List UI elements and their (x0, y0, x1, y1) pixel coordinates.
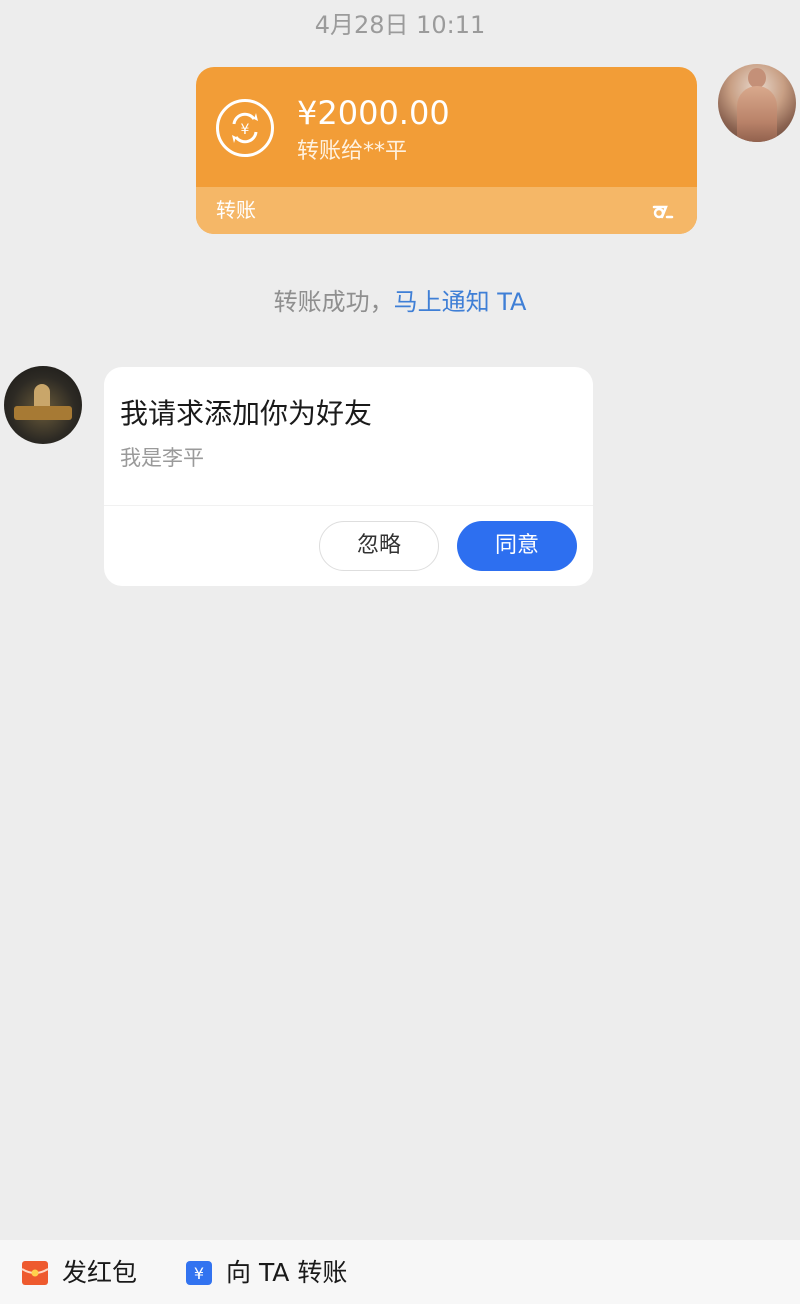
friend-avatar[interactable] (4, 366, 82, 444)
service-logo-icon (652, 205, 674, 219)
avatar-head (748, 68, 766, 88)
red-packet-button[interactable]: 发红包 (20, 1250, 150, 1294)
red-packet-icon (21, 1261, 49, 1285)
notice-text: 转账成功， (273, 288, 394, 316)
agree-button[interactable]: 同意 (457, 521, 577, 571)
transfer-exchange-icon: ¥ (216, 99, 274, 157)
ignore-button[interactable]: 忽略 (319, 521, 439, 571)
yuan-transfer-icon: ¥ (186, 1261, 212, 1285)
avatar-stage (14, 406, 72, 420)
transfer-card-footer: 转账 (196, 187, 697, 234)
transfer-card-body: ¥ ¥2000.00 转账给**平 (196, 67, 697, 187)
transfer-success-notice: 转账成功，马上通知 TA (0, 284, 800, 320)
svg-text:¥: ¥ (241, 122, 250, 138)
transfer-amount: ¥2000.00 (297, 94, 450, 132)
request-divider (104, 505, 593, 506)
transfer-label: 转账 (216, 198, 256, 222)
transfer-to-ta-button[interactable]: ¥ 向 TA 转账 (184, 1250, 364, 1294)
request-title: 我请求添加你为好友 (120, 397, 373, 430)
svg-text:¥: ¥ (194, 1264, 204, 1283)
red-packet-label: 发红包 (62, 1258, 138, 1287)
transfer-card[interactable]: ¥ ¥2000.00 转账给**平 转账 (196, 67, 697, 234)
chat-timestamp: 4月28日 10:11 (314, 11, 486, 39)
request-subtitle: 我是李平 (120, 446, 204, 470)
sender-avatar[interactable] (718, 64, 796, 142)
transfer-recipient: 转账给**平 (297, 139, 408, 164)
notify-link[interactable]: 马上通知 TA (394, 288, 527, 316)
bottom-toolbar: 发红包 ¥ 向 TA 转账 (0, 1240, 800, 1304)
friend-request-card: 我请求添加你为好友 我是李平 忽略 同意 (104, 367, 593, 586)
transfer-to-ta-label: 向 TA 转账 (226, 1258, 348, 1287)
avatar-torso (737, 86, 777, 142)
